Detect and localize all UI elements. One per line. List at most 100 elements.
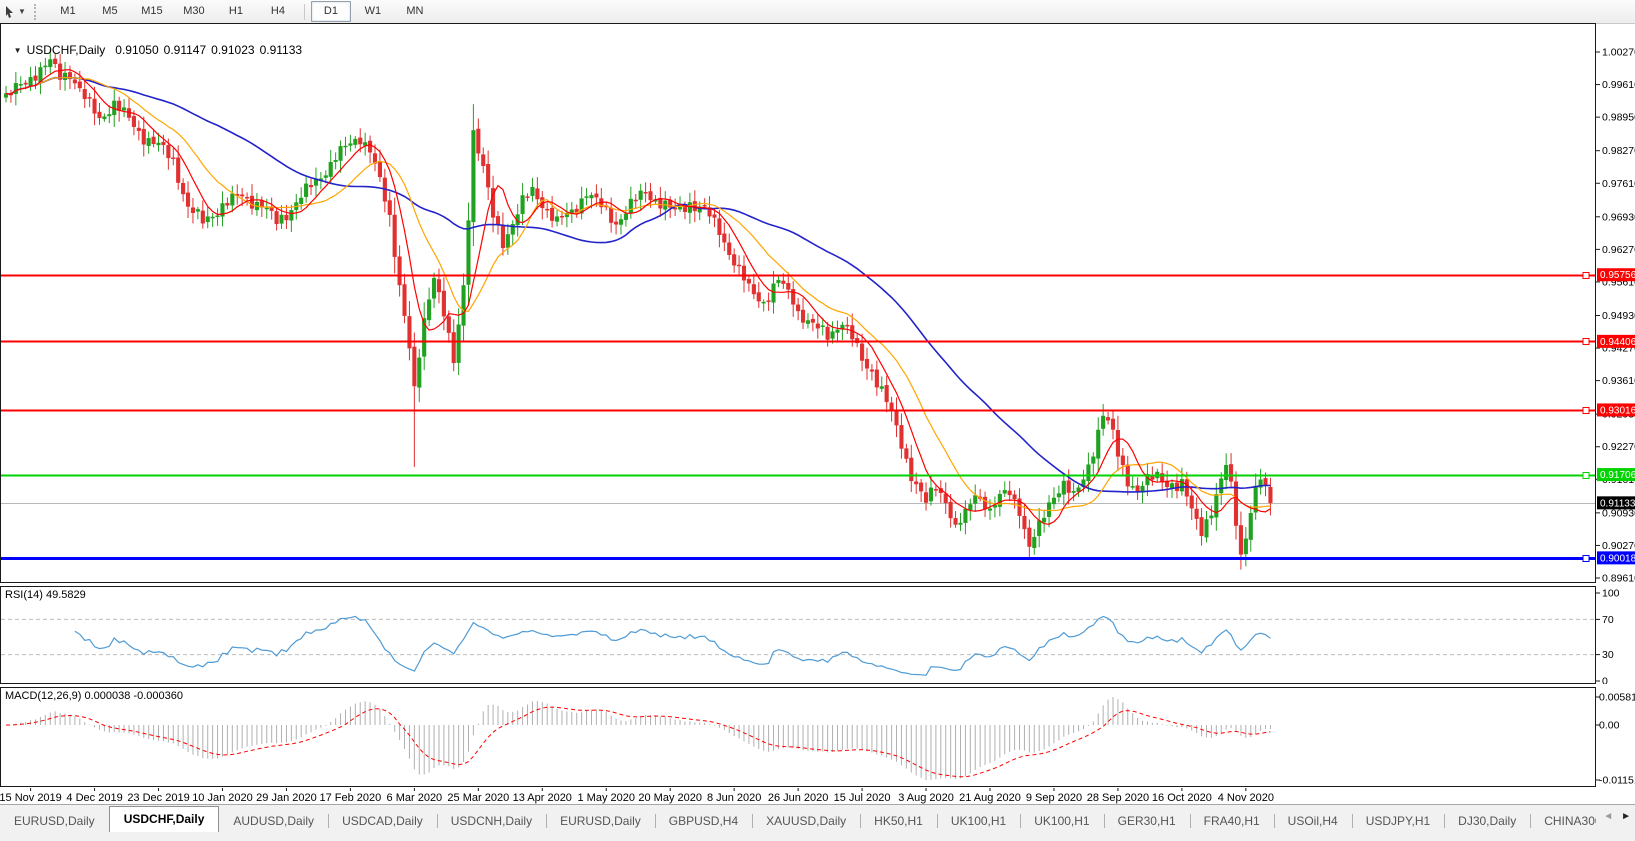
tab-fra40-h1[interactable]: FRA40,H1 xyxy=(1190,810,1274,832)
tab-china300-h1[interactable]: CHINA300,H1 xyxy=(1530,810,1596,832)
svg-text:0.93016: 0.93016 xyxy=(1600,405,1635,416)
tab-ger30-h1[interactable]: GER30,H1 xyxy=(1104,810,1190,832)
timeframe-button-mn[interactable]: MN xyxy=(395,1,435,22)
svg-text:0.95756: 0.95756 xyxy=(1600,270,1635,281)
tab-usdjpy-h1[interactable]: USDJPY,H1 xyxy=(1352,810,1444,832)
tab-eurusd-daily[interactable]: EURUSD,Daily xyxy=(0,810,109,832)
svg-text:0.94406: 0.94406 xyxy=(1600,337,1635,348)
date-tick-label: 20 May 2020 xyxy=(638,792,702,804)
tab-hk50-h1[interactable]: HK50,H1 xyxy=(860,810,937,832)
date-axis-canvas: 15 Nov 2019 4 Dec 2019 23 Dec 201910 Jan 2… xyxy=(0,788,1635,804)
svg-text:30: 30 xyxy=(1602,649,1614,661)
cursor-tool-caret-icon[interactable]: ▼ xyxy=(18,7,26,16)
tab-usdchf-daily[interactable]: USDCHF,Daily xyxy=(109,806,220,832)
date-tick-label: 3 Aug 2020 xyxy=(898,792,954,804)
tab-scroll-left-icon[interactable]: ◄ xyxy=(1603,811,1613,822)
ohlc-low: 0.91023 xyxy=(211,43,254,57)
tab-scroll-right-icon[interactable]: ► xyxy=(1621,811,1631,822)
svg-text:0.005818: 0.005818 xyxy=(1599,692,1635,704)
main-chart-canvas[interactable]: 1.00270 0.99610 0.98950 0.98270 0.97610 0.969… xyxy=(0,23,1635,583)
chart-toolbar: ▼ M1M5M15M30H1H4 D1W1MN xyxy=(0,0,1635,24)
svg-text:70: 70 xyxy=(1602,614,1614,626)
rsi-axis[interactable]: 10070300 xyxy=(1596,588,1620,685)
tab-gbpusd-h4[interactable]: GBPUSD,H4 xyxy=(655,810,752,832)
chart-title: ▼ USDCHF,Daily 0.91050 0.91147 0.91023 0.9113… xyxy=(7,29,307,57)
tab-usoil-h4[interactable]: USOil,H4 xyxy=(1274,810,1352,832)
cursor-tool-icon xyxy=(3,5,16,19)
hline-price-tag: 0.93016 xyxy=(1597,403,1635,416)
svg-text:0.90018: 0.90018 xyxy=(1600,553,1635,564)
rsi-indicator-label: RSI(14) 49.5829 xyxy=(5,589,86,601)
svg-text:0.94930: 0.94930 xyxy=(1602,310,1635,322)
svg-text:0.98950: 0.98950 xyxy=(1602,112,1635,124)
date-tick-label: 10 Jan 2020 xyxy=(192,792,253,804)
date-tick-label: 1 May 2020 xyxy=(577,792,634,804)
main-chart-panel[interactable]: 1.00270 0.99610 0.98950 0.98270 0.97610 0.969… xyxy=(0,23,1635,583)
date-axis[interactable]: 15 Nov 2019 4 Dec 2019 23 Dec 201910 Jan 2… xyxy=(0,788,1635,804)
svg-text:0.97610: 0.97610 xyxy=(1602,178,1635,190)
chart-title-dropdown-icon[interactable]: ▼ xyxy=(14,46,22,55)
rsi-canvas[interactable]: 10070300 xyxy=(0,586,1635,684)
date-tick-label: 4 Dec 2019 xyxy=(66,792,122,804)
ohlc-open: 0.91050 xyxy=(115,43,158,57)
svg-text:0.96270: 0.96270 xyxy=(1602,244,1635,256)
cursor-tool-button[interactable]: ▼ xyxy=(0,0,30,23)
tab-uk100-h1[interactable]: UK100,H1 xyxy=(937,810,1020,832)
tab-dj30-daily[interactable]: DJ30,Daily xyxy=(1444,810,1530,832)
date-tick-label: 25 Mar 2020 xyxy=(447,792,509,804)
chart-symbol-label: USDCHF,Daily xyxy=(27,43,106,57)
svg-text:0.91133: 0.91133 xyxy=(1600,498,1635,509)
macd-indicator-panel[interactable]: 0.005818 0.00 -0.01151 xyxy=(0,687,1635,787)
timeframe-button-m30[interactable]: M30 xyxy=(174,1,214,22)
timeframe-button-m15[interactable]: M15 xyxy=(132,1,172,22)
date-tick-label: 26 Jun 2020 xyxy=(768,792,829,804)
current-price-tag: 0.91133 xyxy=(1597,496,1635,509)
macd-indicator-label: MACD(12,26,9) 0.000038 -0.000360 xyxy=(5,690,183,702)
tab-usdcnh-daily[interactable]: USDCNH,Daily xyxy=(437,810,546,832)
hline-price-tag: 0.94406 xyxy=(1597,335,1635,348)
date-tick-label: 15 Nov 2019 xyxy=(0,792,62,804)
toolbar-separator xyxy=(304,4,305,20)
rsi-indicator-panel[interactable]: 10070300 xyxy=(0,586,1635,684)
svg-text:0.98270: 0.98270 xyxy=(1602,145,1635,157)
date-tick-label: 4 Nov 2020 xyxy=(1218,792,1274,804)
svg-text:0.96930: 0.96930 xyxy=(1602,211,1635,223)
ohlc-close: 0.91133 xyxy=(260,43,303,57)
svg-text:-0.01151: -0.01151 xyxy=(1599,775,1635,787)
date-tick-label: 15 Jul 2020 xyxy=(834,792,891,804)
svg-text:0.91706: 0.91706 xyxy=(1600,470,1635,481)
date-tick-label: 16 Oct 2020 xyxy=(1152,792,1212,804)
date-tick-label: 13 Apr 2020 xyxy=(513,792,572,804)
timeframe-button-m5[interactable]: M5 xyxy=(90,1,130,22)
timeframe-button-w1[interactable]: W1 xyxy=(353,1,393,22)
tab-audusd-daily[interactable]: AUDUSD,Daily xyxy=(219,810,328,832)
chart-tab-bar: EURUSD,DailyUSDCHF,DailyAUDUSD,DailyUSDC… xyxy=(0,804,1635,841)
date-tick-label: 28 Sep 2020 xyxy=(1087,792,1149,804)
timeframe-button-d1[interactable]: D1 xyxy=(311,1,351,22)
hline-price-tag: 0.91706 xyxy=(1597,468,1635,481)
svg-text:0.00: 0.00 xyxy=(1599,720,1620,732)
svg-text:0.99610: 0.99610 xyxy=(1602,79,1635,91)
date-tick-label: 8 Jun 2020 xyxy=(707,792,761,804)
ohlc-high: 0.91147 xyxy=(164,43,207,57)
hline-price-tag: 0.95756 xyxy=(1597,268,1635,281)
tab-usdcad-daily[interactable]: USDCAD,Daily xyxy=(328,810,437,832)
svg-text:0.92270: 0.92270 xyxy=(1602,441,1635,453)
timeframe-button-h1[interactable]: H1 xyxy=(216,1,256,22)
svg-text:0.90270: 0.90270 xyxy=(1602,540,1635,552)
date-tick-label: 23 Dec 2019 xyxy=(127,792,189,804)
tab-eurusd-daily[interactable]: EURUSD,Daily xyxy=(546,810,655,832)
tab-xauusd-daily[interactable]: XAUUSD,Daily xyxy=(752,810,860,832)
toolbar-grip xyxy=(34,4,41,20)
date-tick-label: 21 Aug 2020 xyxy=(959,792,1021,804)
svg-text:0.89610: 0.89610 xyxy=(1602,572,1635,583)
date-tick-label: 29 Jan 2020 xyxy=(256,792,317,804)
timeframe-button-m1[interactable]: M1 xyxy=(48,1,88,22)
date-tick-label: 9 Sep 2020 xyxy=(1026,792,1082,804)
date-tick-label: 6 Mar 2020 xyxy=(387,792,443,804)
macd-axis[interactable]: 0.005818 0.00 -0.01151 xyxy=(1596,692,1635,787)
timeframe-button-h4[interactable]: H4 xyxy=(258,1,298,22)
svg-text:1.00270: 1.00270 xyxy=(1602,47,1635,59)
macd-canvas[interactable]: 0.005818 0.00 -0.01151 xyxy=(0,687,1635,787)
tab-uk100-h1[interactable]: UK100,H1 xyxy=(1020,810,1103,832)
